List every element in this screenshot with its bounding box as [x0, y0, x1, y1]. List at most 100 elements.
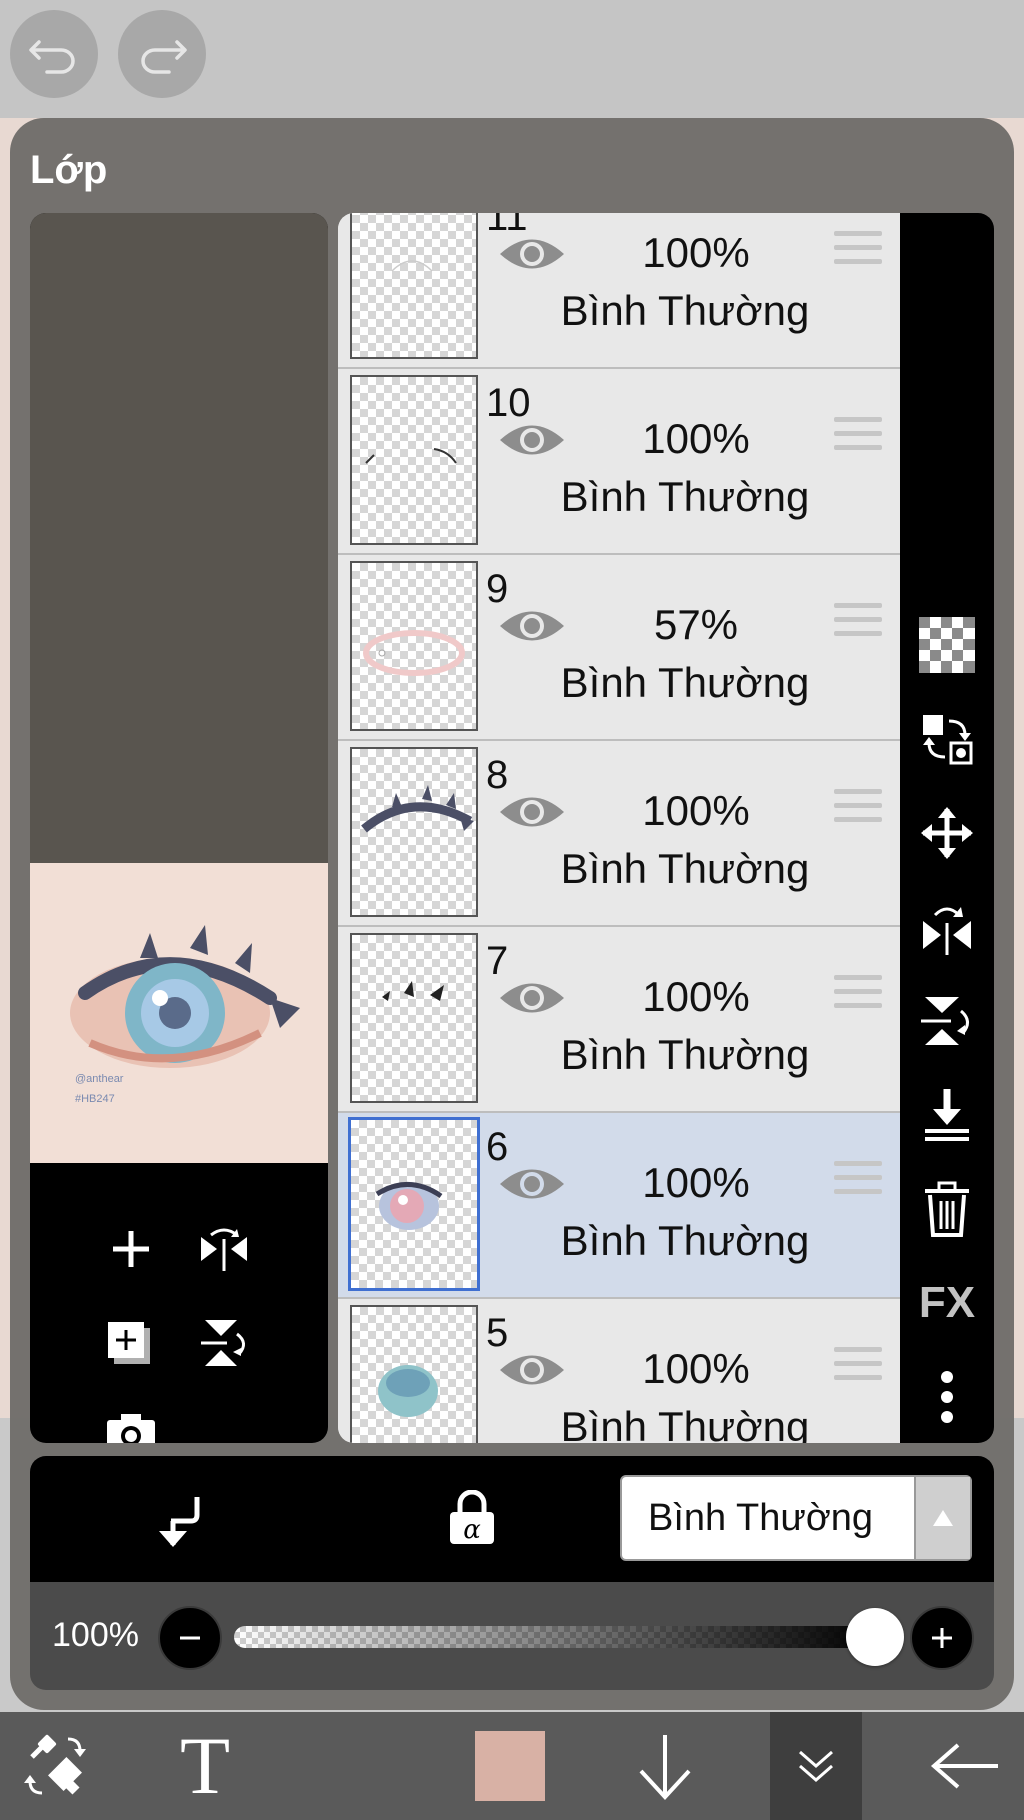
arrow-left-icon — [930, 1743, 998, 1789]
flip-vertical-icon — [921, 997, 969, 1045]
flip-horizontal-icon — [923, 907, 971, 955]
delete-layer-button[interactable] — [912, 1174, 982, 1244]
layer-thumbnail — [348, 1117, 480, 1291]
layer-opacity: 100% — [642, 973, 750, 1020]
move-layer-button[interactable] — [912, 798, 982, 868]
layer-blend-mode: Bình Thường — [560, 1403, 810, 1443]
layer-row[interactable]: 11 100% Bình Thường — [338, 213, 900, 369]
swap-layer-icon — [923, 715, 973, 765]
plus-icon — [113, 1231, 149, 1267]
eye-artwork-image — [70, 925, 300, 1068]
clipping-arrow-icon — [159, 1497, 200, 1547]
transform-eraser-icon — [24, 1734, 86, 1795]
color-swatch-button[interactable] — [470, 1712, 550, 1820]
layer-blend-mode: Bình Thường — [560, 1031, 810, 1078]
arrow-down-icon — [639, 1735, 691, 1800]
drag-handle-icon[interactable] — [834, 603, 882, 647]
svg-text:α: α — [463, 1515, 481, 1545]
layer-row[interactable]: 8 100% Bình Thường — [338, 741, 900, 927]
swap-layer-button[interactable] — [912, 704, 982, 774]
layer-blend-mode: Bình Thường — [560, 659, 810, 706]
layer-opacity: 100% — [642, 415, 750, 462]
layer-blend-mode: Bình Thường — [560, 845, 810, 892]
layer-list[interactable]: 11 100% Bình Thường 10 100% Bình Thường … — [338, 213, 900, 1443]
eye-icon[interactable] — [498, 415, 566, 465]
flip-canvas-horizontal-button[interactable] — [194, 1219, 254, 1279]
layer-opacity: 57% — [653, 601, 739, 648]
double-chevron-down-icon — [799, 1750, 833, 1782]
drag-handle-icon[interactable] — [834, 789, 882, 833]
layer-thumbnail — [350, 933, 478, 1103]
decrease-opacity-button[interactable] — [158, 1606, 222, 1670]
layer-thumbnail — [350, 213, 478, 359]
blend-mode-select[interactable]: Bình Thường — [620, 1475, 972, 1561]
down-arrow-button[interactable] — [620, 1712, 710, 1820]
opacity-slider-track[interactable] — [234, 1626, 874, 1648]
duplicate-layer-button[interactable] — [101, 1313, 161, 1373]
minus-icon — [180, 1636, 200, 1640]
undo-button[interactable] — [10, 10, 98, 98]
trash-icon — [925, 1181, 969, 1237]
panel-title: Lớp — [30, 148, 108, 192]
redo-button[interactable] — [118, 10, 206, 98]
drag-handle-icon[interactable] — [834, 231, 882, 275]
eye-icon[interactable] — [498, 973, 566, 1023]
add-layer-button[interactable] — [101, 1219, 161, 1279]
layer-blend-mode: Bình Thường — [560, 473, 810, 520]
layer-row[interactable]: 10 100% Bình Thường — [338, 369, 900, 555]
alpha-lock-button[interactable]: α — [440, 1486, 504, 1550]
clipping-button[interactable] — [146, 1488, 210, 1552]
layer-opacity: 100% — [642, 1159, 750, 1206]
eye-icon[interactable] — [498, 1345, 566, 1395]
eye-icon[interactable] — [498, 601, 566, 651]
drag-handle-icon[interactable] — [834, 975, 882, 1019]
fx-button[interactable]: FX — [912, 1268, 982, 1338]
flip-layer-vertical-button[interactable] — [912, 986, 982, 1056]
flip-canvas-vertical-button[interactable] — [194, 1313, 254, 1373]
plus-icon — [932, 1628, 952, 1648]
flip-layer-horizontal-button[interactable] — [912, 894, 982, 964]
move-icon — [921, 807, 973, 859]
blend-mode-value: Bình Thường — [648, 1497, 874, 1539]
preview-artwork: @anthear #HB247 — [30, 863, 328, 1163]
camera-button[interactable] — [101, 1403, 161, 1443]
triangle-up-icon[interactable] — [914, 1477, 970, 1559]
drag-handle-icon[interactable] — [834, 1161, 882, 1205]
checkerboard-icon — [919, 617, 975, 673]
signature-line-1: @anthear — [75, 1073, 124, 1085]
redo-icon — [141, 40, 187, 74]
layer-thumbnail — [350, 561, 478, 731]
layer-thumbnail — [350, 1305, 478, 1443]
preview-dark-area — [30, 213, 328, 863]
fx-icon: FX — [918, 1278, 976, 1327]
text-tool-icon: T — [179, 1720, 231, 1811]
selection-tool-button[interactable] — [10, 1712, 100, 1820]
layer-row[interactable]: 9 57% Bình Thường — [338, 555, 900, 741]
opacity-slider-knob[interactable] — [846, 1608, 904, 1666]
layer-blend-mode: Bình Thường — [560, 1217, 810, 1264]
more-options-button[interactable] — [912, 1362, 982, 1432]
layer-opacity: 100% — [642, 1345, 750, 1392]
eye-icon[interactable] — [498, 787, 566, 837]
increase-opacity-button[interactable] — [910, 1606, 974, 1670]
layer-thumbnail — [350, 375, 478, 545]
eye-icon[interactable] — [498, 229, 566, 279]
flip-horizontal-icon — [201, 1228, 247, 1271]
add-copy-icon — [108, 1322, 150, 1364]
layer-thumbnail — [350, 747, 478, 917]
layer-row[interactable]: 5 100% Bình Thường — [338, 1299, 900, 1443]
layer-row-selected[interactable]: 6 100% Bình Thường — [338, 1113, 900, 1299]
merge-down-icon — [925, 1089, 969, 1141]
back-button[interactable] — [920, 1712, 1010, 1820]
drag-handle-icon[interactable] — [834, 417, 882, 461]
merge-down-button[interactable] — [912, 1080, 982, 1150]
collapse-panel-button[interactable] — [770, 1712, 862, 1820]
text-tool-button[interactable]: T — [160, 1712, 250, 1820]
layer-row[interactable]: 7 100% Bình Thường — [338, 927, 900, 1113]
opacity-label: 100% — [52, 1616, 139, 1654]
more-icon — [941, 1371, 953, 1423]
layer-blend-mode: Bình Thường — [560, 287, 810, 334]
transparency-button[interactable] — [912, 610, 982, 680]
drag-handle-icon[interactable] — [834, 1347, 882, 1391]
eye-icon[interactable] — [498, 1159, 566, 1209]
